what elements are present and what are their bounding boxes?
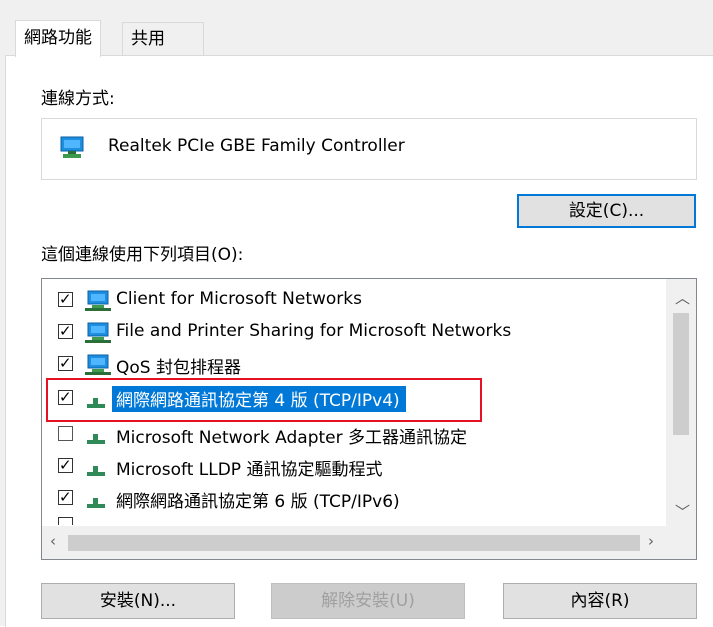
scroll-down-icon[interactable]: ﹀ (675, 501, 690, 522)
item-checkbox[interactable]: ✓ (58, 290, 73, 308)
uninstall-button[interactable]: 解除安裝(U) (271, 583, 465, 619)
list-item-selected[interactable]: ✓ 網際網路通訊協定第 4 版 (TCP/IPv4) (42, 382, 672, 416)
vertical-scroll-thumb[interactable] (673, 313, 689, 435)
monitor-network-icon (84, 290, 112, 317)
items-list[interactable]: ✓ Client for Microsoft Networks ✓ File a… (41, 278, 697, 560)
monitor-network-icon (84, 322, 112, 349)
protocol-icon (84, 488, 108, 515)
tab-strip (5, 0, 713, 56)
protocol-icon (84, 456, 108, 483)
item-label: 網際網路通訊協定第 4 版 (TCP/IPv4) (112, 386, 406, 412)
connect-using-label: 連線方式: (41, 89, 115, 109)
item-label: File and Printer Sharing for Microsoft N… (116, 321, 512, 341)
list-item[interactable]: ✓ 網際網路通訊協定第 6 版 (TCP/IPv6) (42, 482, 672, 516)
list-item[interactable]: ✓ QoS 封包排程器 (42, 348, 672, 382)
adapter-name: Realtek PCIe GBE Family Controller (108, 136, 405, 156)
item-checkbox[interactable]: ✓ (58, 322, 73, 340)
list-item[interactable]: ✓ Client for Microsoft Networks (42, 284, 672, 318)
item-checkbox[interactable] (58, 426, 73, 441)
list-item-partial[interactable] (42, 517, 672, 525)
item-label: Client for Microsoft Networks (116, 289, 363, 309)
item-checkbox[interactable]: ✓ (58, 456, 73, 474)
horizontal-scroll-thumb[interactable] (68, 535, 640, 551)
scrollbar-corner (666, 526, 696, 559)
list-item[interactable]: ✓ File and Printer Sharing for Microsoft… (42, 316, 672, 350)
install-button[interactable]: 安裝(N)... (41, 583, 235, 619)
scroll-up-icon[interactable]: ︿ (675, 287, 690, 308)
vertical-scrollbar[interactable]: ︿ ﹀ (666, 279, 696, 526)
tab-sharing[interactable]: 共用 (122, 22, 204, 56)
network-adapter-icon (58, 135, 88, 166)
item-label: 網際網路通訊協定第 6 版 (TCP/IPv6) (116, 492, 400, 512)
scroll-right-icon[interactable]: › (648, 532, 654, 550)
monitor-network-icon (84, 354, 112, 381)
list-item[interactable]: Microsoft Network Adapter 多工器通訊協定 (42, 418, 672, 452)
item-checkbox[interactable]: ✓ (58, 388, 73, 406)
protocol-icon (84, 424, 108, 451)
properties-button[interactable]: 內容(R) (503, 583, 697, 619)
items-list-label: 這個連線使用下列項目(O): (41, 245, 244, 265)
adapter-box: Realtek PCIe GBE Family Controller (41, 118, 697, 180)
protocol-icon (84, 388, 108, 415)
tab-networking[interactable]: 網路功能 (15, 20, 101, 57)
item-label: Microsoft LLDP 通訊協定驅動程式 (116, 460, 383, 480)
configure-button[interactable]: 設定(C)... (517, 194, 696, 228)
item-label: QoS 封包排程器 (116, 358, 241, 378)
item-checkbox[interactable]: ✓ (58, 488, 73, 506)
item-checkbox[interactable] (58, 517, 73, 525)
item-label: Microsoft Network Adapter 多工器通訊協定 (116, 428, 467, 448)
scroll-left-icon[interactable]: ‹ (50, 532, 56, 550)
item-checkbox[interactable]: ✓ (58, 354, 73, 372)
list-item[interactable]: ✓ Microsoft LLDP 通訊協定驅動程式 (42, 450, 672, 484)
horizontal-scrollbar[interactable]: ‹ › (42, 526, 666, 559)
